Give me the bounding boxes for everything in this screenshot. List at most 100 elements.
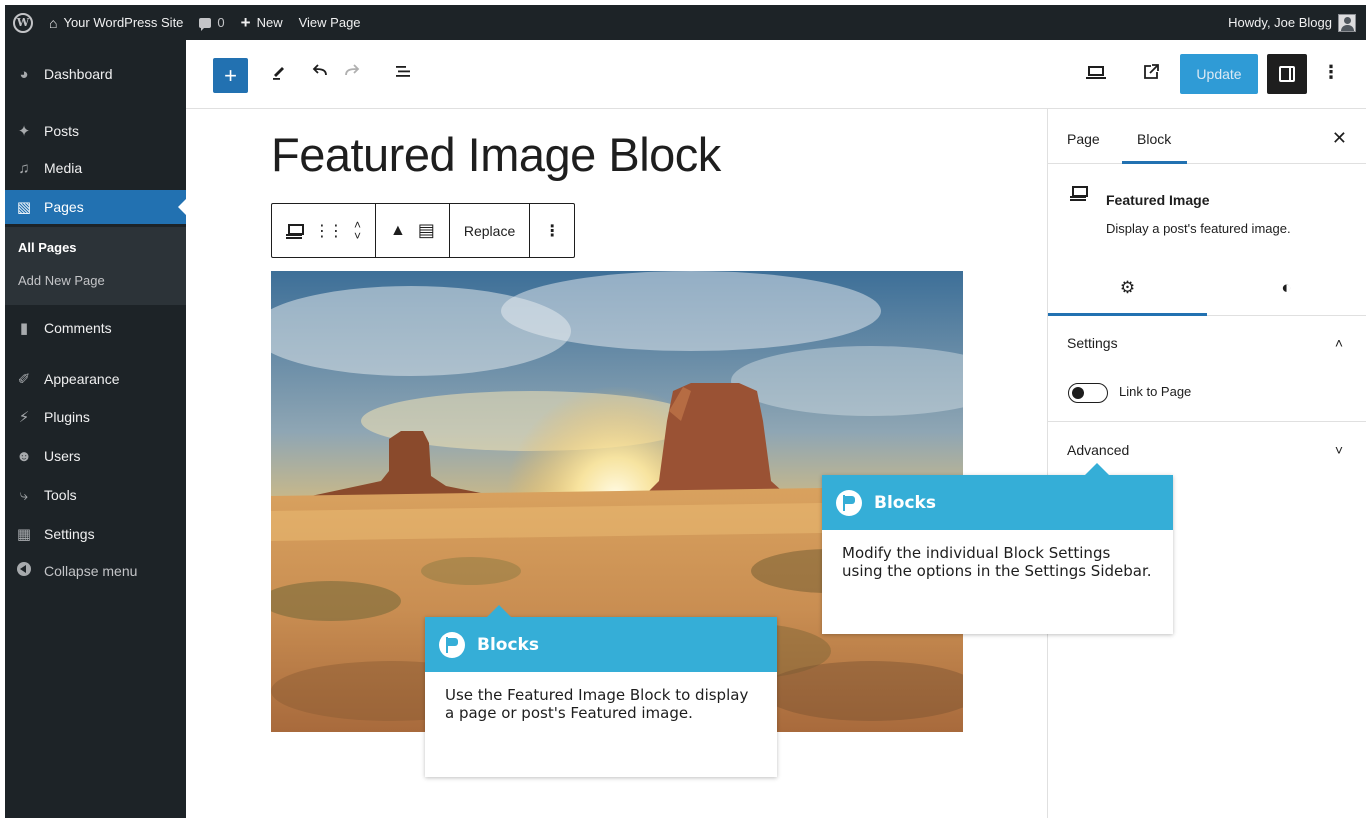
site-name-menu[interactable]: ⌂ Your WordPress Site <box>41 5 191 40</box>
callout-title: Blocks <box>477 634 539 655</box>
sidebar-tabs: Page Block ✕ <box>1048 109 1366 164</box>
sidebar-item-dashboard[interactable]: ◕ Dashboard <box>5 57 186 91</box>
comments-menu[interactable]: 0 <box>191 5 232 40</box>
sidebar-item-label: Comments <box>44 320 112 336</box>
plug-icon: ⚡ <box>18 409 30 426</box>
view-page-link[interactable]: View Page <box>291 5 369 40</box>
update-button[interactable]: Update <box>1180 54 1258 94</box>
callout-header: Blocks <box>425 617 777 672</box>
more-options-icon[interactable]: ⋮ <box>1322 62 1340 83</box>
featured-image-icon <box>1070 186 1088 200</box>
advanced-section-title[interactable]: Advanced <box>1067 442 1129 458</box>
sidebar-item-plugins[interactable]: ⚡ Plugins <box>5 400 186 434</box>
sidebar-item-users[interactable]: ☻ Users <box>5 439 186 473</box>
settings-icon: ▦ <box>16 526 32 543</box>
admin-bar: W ⌂ Your WordPress Site 0 + New View Pag… <box>5 5 1366 40</box>
sidebar-item-label: Media <box>44 160 83 176</box>
settings-gear-icon[interactable]: ⚙ <box>1048 278 1207 316</box>
home-icon: ⌂ <box>49 14 58 31</box>
align-icon[interactable]: ▤ <box>418 220 435 241</box>
list-view-icon[interactable] <box>394 62 414 80</box>
dashboard-icon: ◕ <box>19 65 29 83</box>
sidebar-item-comments[interactable]: ▮ Comments <box>5 311 186 345</box>
plus-icon: + <box>240 12 251 32</box>
replace-group: Replace <box>450 204 531 257</box>
collapse-icon <box>14 562 34 580</box>
tab-block[interactable]: Block <box>1121 131 1188 164</box>
brush-icon: ✐ <box>17 371 31 388</box>
sidebar-item-label: Dashboard <box>44 66 113 82</box>
settings-section: Settings ˄ Link to Page <box>1048 316 1366 422</box>
media-icon: ♫ <box>18 159 30 177</box>
sidebar-item-tools[interactable]: ⤷ Tools <box>5 478 186 512</box>
chevron-down-icon[interactable]: ˅ <box>1335 442 1343 458</box>
duotone-icon[interactable]: ▲ <box>390 222 406 240</box>
settings-section-title[interactable]: Settings <box>1067 335 1118 351</box>
wordpress-logo-icon: W <box>13 12 33 33</box>
sidebar-item-label: Users <box>44 448 81 464</box>
sidebar-item-pages[interactable]: ▧ Pages <box>5 190 186 224</box>
callout-header: Blocks <box>822 475 1173 530</box>
close-icon[interactable]: ✕ <box>1332 128 1347 149</box>
redo-icon[interactable] <box>342 62 362 80</box>
callout-arrow <box>1085 463 1109 475</box>
link-to-page-label: Link to Page <box>1119 384 1192 399</box>
block-name: Featured Image <box>1106 192 1210 208</box>
block-toolbar: ⋮⋮ ˄ ˅ ▲ ▤ Replace ⋮ <box>271 203 576 258</box>
callout-arrow <box>487 605 511 617</box>
edit-pencil-icon[interactable] <box>270 62 288 80</box>
users-icon: ☻ <box>16 447 32 465</box>
preview-device-icon[interactable] <box>1086 66 1106 79</box>
sidebar-item-label: Collapse menu <box>44 563 138 579</box>
view-page-label: View Page <box>298 15 361 30</box>
sidebar-item-label: Pages <box>44 199 84 215</box>
external-view-icon[interactable] <box>1141 62 1161 82</box>
flag-icon <box>439 631 465 658</box>
account-menu[interactable]: Howdy, Joe Blogg <box>1228 13 1366 32</box>
pin-icon: ✦ <box>17 123 31 140</box>
blocks-callout-featured-image: Blocks Use the Featured Image Block to d… <box>425 605 777 777</box>
undo-icon[interactable] <box>310 62 330 80</box>
link-to-page-toggle[interactable] <box>1068 383 1108 403</box>
drag-handle-icon[interactable]: ⋮⋮ <box>314 221 344 241</box>
flag-icon <box>836 489 862 516</box>
new-label: New <box>256 15 283 30</box>
settings-sidebar-toggle[interactable] <box>1267 54 1307 94</box>
pages-submenu: All Pages Add New Page <box>5 227 186 305</box>
new-content-menu[interactable]: + New <box>233 5 291 40</box>
block-card: Featured Image Display a post's featured… <box>1048 165 1366 258</box>
chevron-up-icon[interactable]: ˄ <box>1335 335 1343 351</box>
avatar <box>1338 13 1356 32</box>
tab-page[interactable]: Page <box>1067 131 1100 147</box>
site-name: Your WordPress Site <box>63 15 184 30</box>
sidebar-item-posts[interactable]: ✦ Posts <box>5 114 186 148</box>
sidebar-item-media[interactable]: ♫ Media <box>5 151 186 185</box>
greeting: Howdy, Joe Blogg <box>1228 15 1332 30</box>
blocks-callout-settings: Blocks Modify the individual Block Setti… <box>822 463 1173 634</box>
page-title[interactable]: Featured Image Block <box>271 127 721 182</box>
move-up-down-icon[interactable]: ˄ ˅ <box>354 219 361 242</box>
block-options-icon[interactable]: ⋮ <box>544 221 560 241</box>
sidebar-item-label: Posts <box>44 123 80 139</box>
featured-image-icon[interactable] <box>286 223 304 238</box>
pages-icon: ▧ <box>16 199 32 216</box>
admin-menu: ◕ Dashboard ✦ Posts ♫ Media ▧ Pages All … <box>5 40 186 818</box>
sidebar-item-settings[interactable]: ▦ Settings <box>5 517 186 551</box>
submenu-add-new-page[interactable]: Add New Page <box>18 273 105 288</box>
sidebar-item-appearance[interactable]: ✐ Appearance <box>5 362 186 396</box>
sidebar-item-label: Appearance <box>44 371 120 387</box>
add-block-button[interactable]: + <box>213 58 248 93</box>
callout-body: Modify the individual Block Settings usi… <box>842 544 1152 580</box>
sidebar-item-label: Plugins <box>44 409 90 425</box>
replace-button[interactable]: Replace <box>464 223 515 239</box>
sidebar-icon <box>1279 66 1295 82</box>
block-type-group: ⋮⋮ ˄ ˅ <box>272 204 377 257</box>
comments-count: 0 <box>217 15 225 30</box>
styles-contrast-icon[interactable]: ◐ <box>1207 278 1366 298</box>
sidebar-item-label: Settings <box>44 526 95 542</box>
sidebar-item-label: Tools <box>44 487 77 503</box>
callout-body: Use the Featured Image Block to display … <box>445 686 749 722</box>
wp-logo-menu[interactable]: W <box>5 5 41 40</box>
submenu-all-pages[interactable]: All Pages <box>18 240 77 255</box>
collapse-menu-button[interactable]: Collapse menu <box>5 554 186 588</box>
